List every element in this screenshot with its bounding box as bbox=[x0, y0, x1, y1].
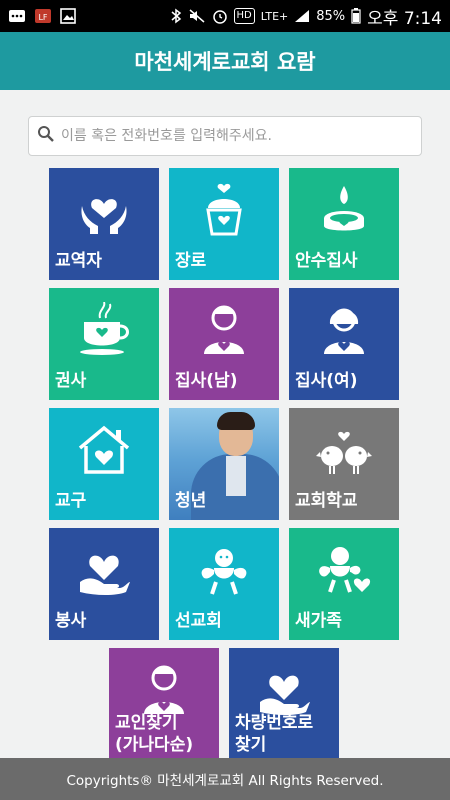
tile-label-line2: (가나다순) bbox=[115, 735, 194, 755]
search-bar[interactable] bbox=[28, 116, 422, 156]
footer: Copyrights® 마천세계로교회 All Rights Reserved. bbox=[0, 758, 450, 800]
tile-find-by-car[interactable]: 차량번호로 찾기 bbox=[229, 648, 339, 760]
tile-deacons-female[interactable]: 집사(여) bbox=[289, 288, 399, 400]
app-notification-icon: LF bbox=[34, 8, 52, 24]
woman-heart-icon bbox=[316, 302, 372, 358]
status-right: HD LTE+ 85% 오후 7:14 bbox=[170, 4, 442, 29]
tile-mission[interactable]: 선교회 bbox=[169, 528, 279, 640]
tile-label: 교회학교 bbox=[295, 491, 358, 511]
tile-label: 교인찾기 (가나다순) bbox=[115, 712, 193, 756]
status-bar: LF HD LTE+ 85% 오후 7:14 bbox=[0, 0, 450, 32]
tile-label: 선교회 bbox=[175, 611, 222, 631]
image-icon bbox=[60, 8, 76, 24]
search-input[interactable] bbox=[61, 128, 421, 144]
battery-icon bbox=[351, 8, 361, 24]
tile-label: 집사(여) bbox=[295, 371, 358, 391]
alarm-icon bbox=[212, 8, 228, 24]
car-hand-icon bbox=[256, 662, 312, 718]
tile-label: 봉사 bbox=[55, 611, 87, 631]
app-header: 마천세계로교회 요람 bbox=[0, 32, 450, 90]
tile-label-line2: 찾기 bbox=[235, 735, 267, 755]
cherub-heart-icon bbox=[316, 542, 372, 598]
tile-district[interactable]: 교구 bbox=[49, 408, 159, 520]
angel-icon bbox=[196, 542, 252, 598]
cupcake-heart-icon bbox=[196, 182, 252, 238]
svg-text:LF: LF bbox=[38, 13, 47, 22]
tile-label: 안수집사 bbox=[295, 251, 358, 271]
tile-deacons-male[interactable]: 집사(남) bbox=[169, 288, 279, 400]
page-title: 마천세계로교회 요람 bbox=[134, 50, 316, 74]
search-icon bbox=[37, 125, 55, 147]
tile-label: 차량번호로 찾기 bbox=[235, 712, 313, 756]
clock: 오후 7:14 bbox=[367, 8, 442, 29]
mute-icon bbox=[188, 8, 206, 24]
house-heart-icon bbox=[76, 422, 132, 478]
tile-kwonsa[interactable]: 권사 bbox=[49, 288, 159, 400]
tile-label-line1: 교인찾기 bbox=[115, 713, 178, 733]
tile-label: 권사 bbox=[55, 371, 87, 391]
lovebirds-icon bbox=[316, 422, 372, 478]
tile-church-school[interactable]: 교회학교 bbox=[289, 408, 399, 520]
tile-pastors[interactable]: 교역자 bbox=[49, 168, 159, 280]
tile-service[interactable]: 봉사 bbox=[49, 528, 159, 640]
network-type: LTE+ bbox=[260, 9, 289, 23]
tile-label: 교역자 bbox=[55, 251, 102, 271]
status-left: LF bbox=[8, 8, 76, 24]
tile-label: 집사(남) bbox=[175, 371, 238, 391]
signal-icon bbox=[294, 9, 310, 23]
tile-label: 교구 bbox=[55, 491, 87, 511]
tile-label: 장로 bbox=[175, 251, 207, 271]
tile-youth[interactable]: 청년 bbox=[169, 408, 279, 520]
member-search-icon bbox=[136, 662, 192, 718]
message-icon bbox=[8, 9, 26, 23]
hd-badge: HD bbox=[233, 8, 255, 24]
man-heart-icon bbox=[196, 302, 252, 358]
battery-percent: 85% bbox=[316, 8, 346, 24]
coffee-cup-icon bbox=[76, 301, 132, 358]
tile-label-line1: 차량번호로 bbox=[235, 713, 314, 733]
tile-ordained-deacons[interactable]: 안수집사 bbox=[289, 168, 399, 280]
tile-label: 청년 bbox=[175, 491, 207, 511]
tile-elders[interactable]: 장로 bbox=[169, 168, 279, 280]
hands-heart-icon bbox=[76, 182, 132, 238]
tile-label: 새가족 bbox=[295, 611, 342, 631]
copyright-text: Copyrights® 마천세계로교회 All Rights Reserved. bbox=[66, 773, 384, 789]
bluetooth-icon bbox=[170, 8, 182, 24]
tile-new-family[interactable]: 새가족 bbox=[289, 528, 399, 640]
hand-heart-icon bbox=[76, 542, 132, 598]
candle-icon bbox=[316, 182, 372, 238]
tile-find-member[interactable]: 교인찾기 (가나다순) bbox=[109, 648, 219, 760]
